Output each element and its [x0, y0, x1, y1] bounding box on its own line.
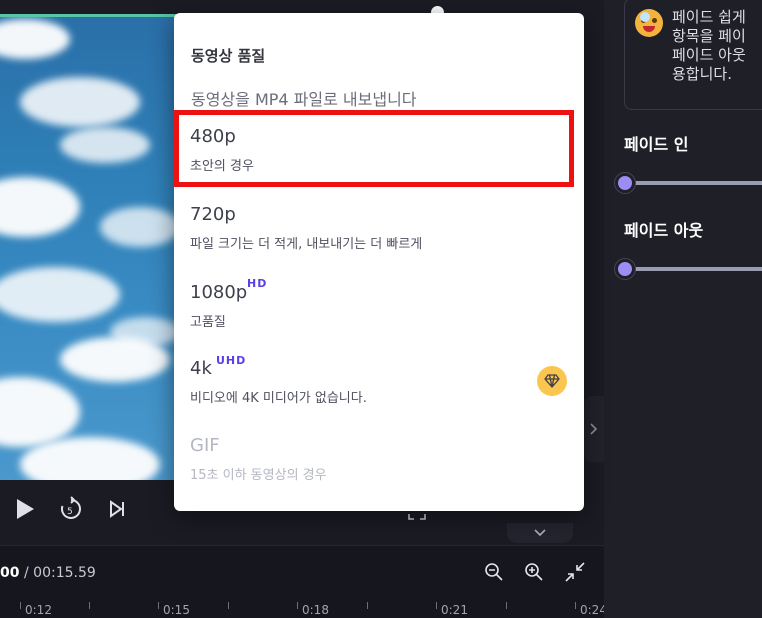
cloud	[0, 267, 120, 322]
fade-in-slider[interactable]	[613, 172, 762, 194]
option-label: 720p	[190, 204, 236, 225]
timeline-toolbar: 00 / 00:15.59	[0, 545, 604, 597]
option-description: 15초 이하 동영상의 경우	[190, 468, 327, 483]
quality-option-gif: GIF 15초 이하 동영상의 경우	[174, 427, 584, 499]
video-frame[interactable]	[0, 14, 184, 480]
timeline-ruler[interactable]: 0:12 0:15 0:18 0:21 0:24	[0, 597, 607, 618]
total-duration: / 00:15.59	[24, 565, 96, 581]
cloud	[0, 377, 80, 447]
ruler-tick	[158, 602, 159, 609]
option-description: 고품질	[190, 315, 226, 330]
diamond-icon	[537, 366, 567, 396]
menu-title: 동영상 품질	[191, 47, 266, 65]
slider-track[interactable]	[625, 267, 762, 271]
cloud	[20, 77, 140, 127]
hd-badge: HD	[247, 277, 268, 290]
ruler-label: 0:12	[25, 603, 52, 617]
ruler-label: 0:15	[163, 603, 190, 617]
replay-5-icon[interactable]: 5	[58, 496, 84, 522]
current-time: 00	[0, 565, 20, 581]
ruler-tick	[506, 602, 507, 609]
slider-thumb[interactable]	[615, 259, 635, 279]
option-label: 1080p	[190, 282, 248, 303]
cloud	[110, 317, 180, 347]
quality-option-1080p[interactable]: 1080p HD 고품질	[174, 274, 584, 346]
video-quality-menu: 동영상 품질 동영상을 MP4 파일로 내보냅니다 480p 초안의 경우 72…	[174, 13, 584, 511]
option-description: 파일 크기는 더 적게, 내보내기는 더 빠르게	[190, 237, 423, 252]
properties-panel: 페이드 쉽게 항목을 페이 페이드 아웃 용합니다. 페이드 인 페이드 아웃	[604, 0, 762, 618]
ruler-tick	[436, 602, 437, 609]
chevron-right-icon	[590, 423, 598, 435]
collapse-arrows-icon[interactable]	[563, 560, 587, 584]
menu-subtitle: 동영상을 MP4 파일로 내보냅니다	[191, 90, 417, 109]
slider-thumb[interactable]	[615, 173, 635, 193]
party-emoji-icon	[635, 9, 663, 37]
tip-text: 페이드 쉽게 항목을 페이 페이드 아웃 용합니다.	[672, 8, 746, 83]
cloud	[0, 19, 70, 59]
cloud	[0, 177, 80, 237]
cloud	[100, 207, 180, 247]
play-icon[interactable]	[12, 496, 38, 522]
ruler-tick	[367, 602, 368, 609]
option-label: GIF	[190, 435, 220, 456]
ruler-tick	[297, 602, 298, 609]
selection-highlight	[174, 110, 574, 187]
ruler-label: 0:24	[580, 603, 607, 617]
collapse-right-panel-button[interactable]	[584, 396, 604, 462]
expand-toggle[interactable]	[507, 523, 573, 543]
zoom-in-icon[interactable]	[522, 560, 546, 584]
ruler-tick	[228, 602, 229, 609]
ruler-label: 0:21	[441, 603, 468, 617]
ruler-tick	[575, 602, 576, 609]
slider-track[interactable]	[625, 181, 762, 185]
cloud	[60, 127, 150, 163]
chevron-down-icon	[534, 529, 546, 537]
option-description: 비디오에 4K 미디어가 없습니다.	[190, 391, 367, 406]
fade-out-label: 페이드 아웃	[624, 221, 704, 240]
ruler-tick	[89, 602, 90, 609]
lightbulb-icon	[640, 12, 650, 22]
zoom-out-icon[interactable]	[482, 560, 506, 584]
ruler-label: 0:18	[302, 603, 329, 617]
svg-text:5: 5	[67, 507, 73, 517]
option-label: 4k	[190, 358, 212, 379]
ruler-tick	[20, 602, 21, 609]
skip-end-icon[interactable]	[104, 496, 130, 522]
quality-option-720p[interactable]: 720p 파일 크기는 더 적게, 내보내기는 더 빠르게	[174, 196, 584, 268]
tip-card: 페이드 쉽게 항목을 페이 페이드 아웃 용합니다.	[624, 0, 762, 110]
quality-option-4k[interactable]: 4k UHD 비디오에 4K 미디어가 없습니다.	[174, 350, 584, 422]
uhd-badge: UHD	[216, 354, 247, 367]
fade-out-slider[interactable]	[613, 258, 762, 280]
fade-in-label: 페이드 인	[624, 135, 689, 154]
